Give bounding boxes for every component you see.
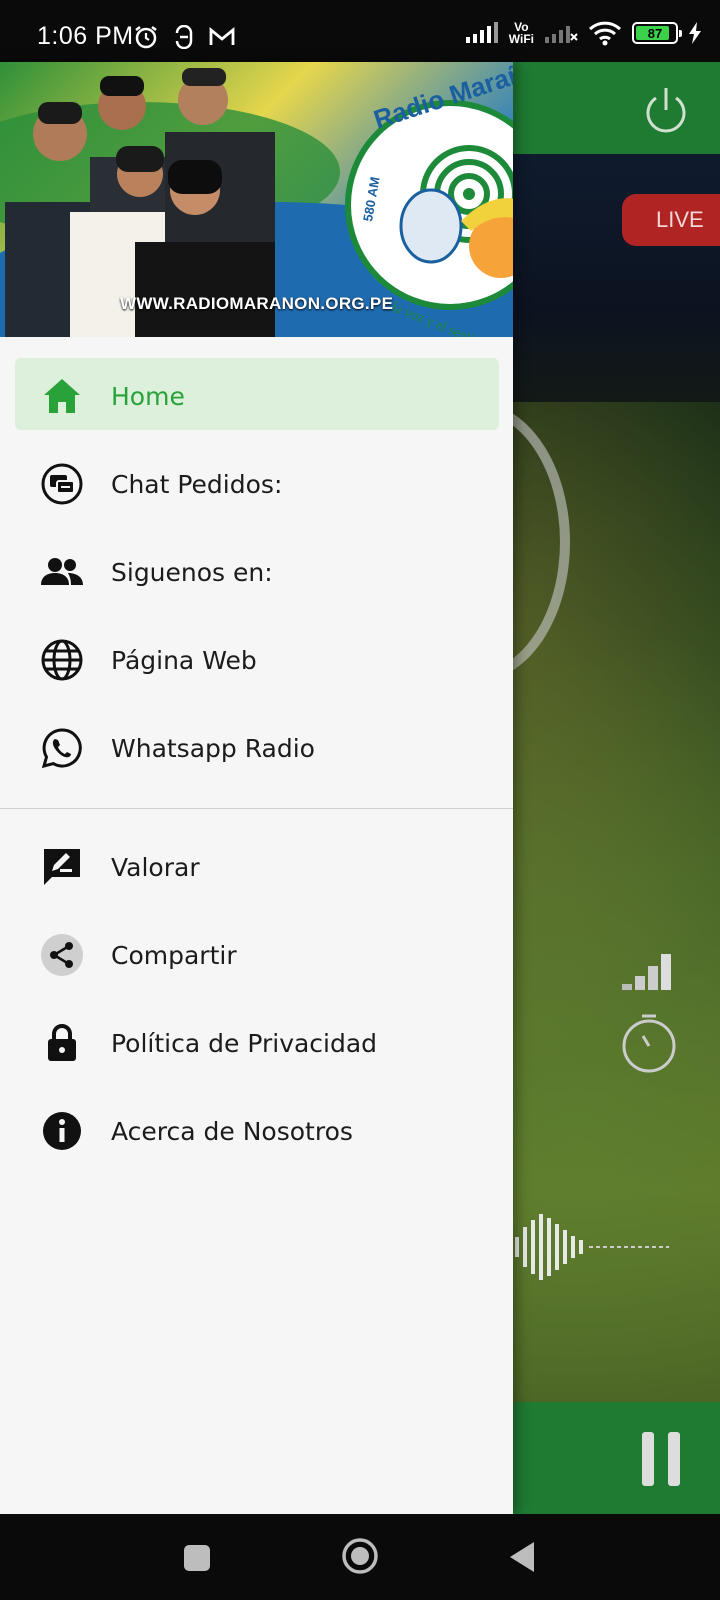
home-icon: [40, 376, 84, 416]
status-right-icons: Vo WiFi 87: [465, 20, 702, 46]
sync-icon: [175, 25, 193, 49]
back-button[interactable]: [508, 1540, 536, 1574]
status-time: 1:06 PM: [37, 22, 134, 50]
status-left-icons: [133, 24, 235, 50]
signal-bars-icon[interactable]: [622, 952, 672, 992]
live-badge: LIVE: [622, 194, 720, 246]
gmail-icon: [209, 27, 235, 45]
share-icon: [40, 934, 84, 976]
menu-divider: [0, 808, 513, 809]
signal-off-icon: [545, 26, 578, 43]
system-nav-bar: [0, 1514, 720, 1600]
globe-icon: [40, 639, 84, 681]
menu-label: Página Web: [111, 645, 257, 675]
battery-icon: 87: [632, 22, 682, 44]
menu-label: Home: [111, 381, 185, 411]
menu-label: Valorar: [111, 852, 200, 882]
menu-label: Política de Privacidad: [111, 1028, 378, 1058]
power-icon[interactable]: [640, 84, 692, 136]
menu-label: Whatsapp Radio: [111, 733, 315, 763]
menu-item-valorar[interactable]: Valorar: [0, 823, 513, 911]
audio-wave-icon: [515, 1214, 669, 1280]
whatsapp-icon: [40, 728, 84, 769]
recents-button[interactable]: [183, 1544, 211, 1572]
menu-item-chat-pedidos[interactable]: Chat Pedidos:: [0, 440, 513, 528]
drawer-header-banner: Radio Marañ 580 AM la voz y el sentir de…: [0, 62, 513, 337]
signal-icon: [465, 22, 498, 43]
drawer-menu: Home Chat Pedidos: Siguenos en: Página W…: [0, 352, 513, 1175]
menu-label: Chat Pedidos:: [111, 469, 283, 499]
menu-item-whatsapp[interactable]: Whatsapp Radio: [0, 704, 513, 792]
menu-item-acerca[interactable]: Acerca de Nosotros: [0, 1087, 513, 1175]
sleep-timer-icon[interactable]: [620, 1012, 678, 1074]
menu-item-privacidad[interactable]: Política de Privacidad: [0, 999, 513, 1087]
home-button[interactable]: [340, 1536, 380, 1576]
charging-icon: [689, 22, 701, 44]
status-bar: 1:06 PM Vo WiFi 87: [0, 0, 720, 62]
pause-icon[interactable]: [640, 1430, 684, 1488]
menu-item-home[interactable]: Home: [0, 352, 513, 440]
menu-label: Compartir: [111, 940, 237, 970]
website-url: WWW.RADIOMARANON.ORG.PE: [120, 294, 394, 313]
chat-icon: [40, 463, 84, 505]
menu-item-siguenos[interactable]: Siguenos en:: [0, 528, 513, 616]
menu-label: Acerca de Nosotros: [111, 1116, 353, 1146]
navigation-drawer: Radio Marañ 580 AM la voz y el sentir de…: [0, 62, 513, 1514]
rate-icon: [40, 847, 84, 887]
info-icon: [40, 1111, 84, 1151]
vowifi-indicator: Vo WiFi: [508, 20, 534, 46]
lock-icon: [40, 1023, 84, 1063]
wifi-icon: [588, 21, 622, 46]
menu-item-compartir[interactable]: Compartir: [0, 911, 513, 999]
menu-label: Siguenos en:: [111, 557, 273, 587]
alarm-icon: [135, 26, 157, 49]
menu-item-pagina-web[interactable]: Página Web: [0, 616, 513, 704]
people-icon: [40, 552, 84, 592]
